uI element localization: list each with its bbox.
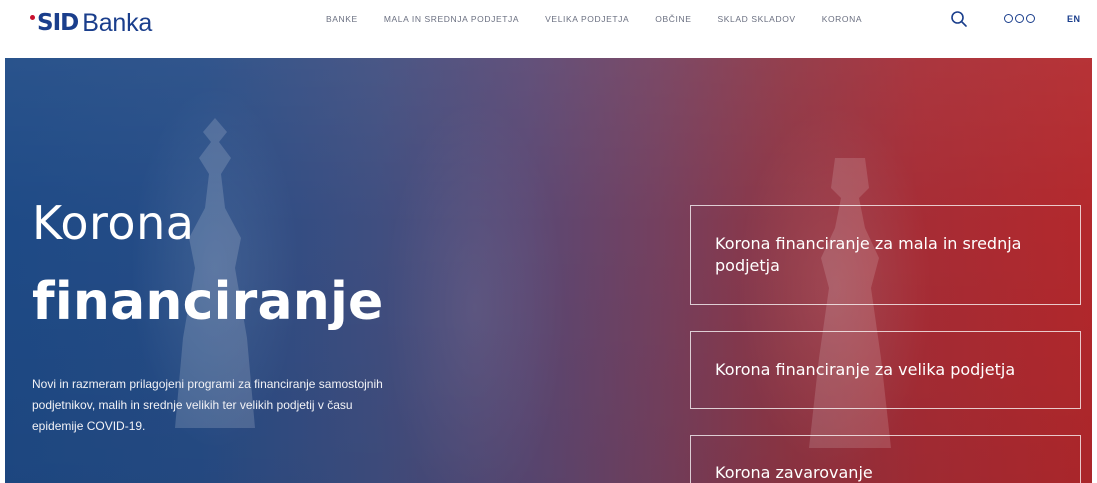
main-nav: BANKE MALA IN SREDNJA PODJETJA VELIKA PO… — [326, 14, 888, 24]
nav-item-sklad-skladov[interactable]: SKLAD SKLADOV — [717, 14, 795, 24]
logo-text: Banka — [82, 8, 153, 37]
card-korona-zavarovanje[interactable]: Korona zavarovanje — [690, 435, 1081, 483]
nav-item-banke[interactable]: BANKE — [326, 14, 358, 24]
nav-item-obcine[interactable]: OBČINE — [655, 14, 691, 24]
dots-menu-icon — [1015, 14, 1024, 23]
search-button[interactable] — [950, 10, 968, 28]
hero-title-bold: financiranje — [32, 272, 384, 332]
nav-item-korona[interactable]: KORONA — [822, 14, 862, 24]
dots-menu-button[interactable] — [1004, 14, 1040, 24]
hero-title-light: Korona — [32, 196, 195, 250]
language-switch[interactable]: EN — [1067, 14, 1081, 24]
site-header: SID Banka BANKE MALA IN SREDNJA PODJETJA… — [0, 0, 1097, 58]
chess-piece-image — [809, 158, 891, 448]
nav-item-velika-podjetja[interactable]: VELIKA PODJETJA — [545, 14, 629, 24]
logo-dot — [30, 14, 35, 20]
dots-menu-icon — [1004, 14, 1013, 23]
logo-mark: SID — [37, 10, 79, 36]
page: SID Banka BANKE MALA IN SREDNJA PODJETJA… — [0, 0, 1097, 483]
hero-description: Novi in razmeram prilagojeni programi za… — [32, 377, 383, 433]
card-korona-mala-srednja-podjetja[interactable]: Korona financiranje za mala in srednja p… — [690, 205, 1081, 305]
search-icon — [951, 11, 967, 27]
dots-menu-icon — [1026, 14, 1035, 23]
nav-item-mala-in-srednja-podjetja[interactable]: MALA IN SREDNJA PODJETJA — [384, 14, 519, 24]
sid-banka-logo[interactable]: SID Banka — [30, 8, 152, 38]
card-korona-velika-podjetja[interactable]: Korona financiranje za velika podjetja — [690, 331, 1081, 409]
hero-banner: Korona financiranje Novi in razmeram pri… — [5, 58, 1092, 483]
